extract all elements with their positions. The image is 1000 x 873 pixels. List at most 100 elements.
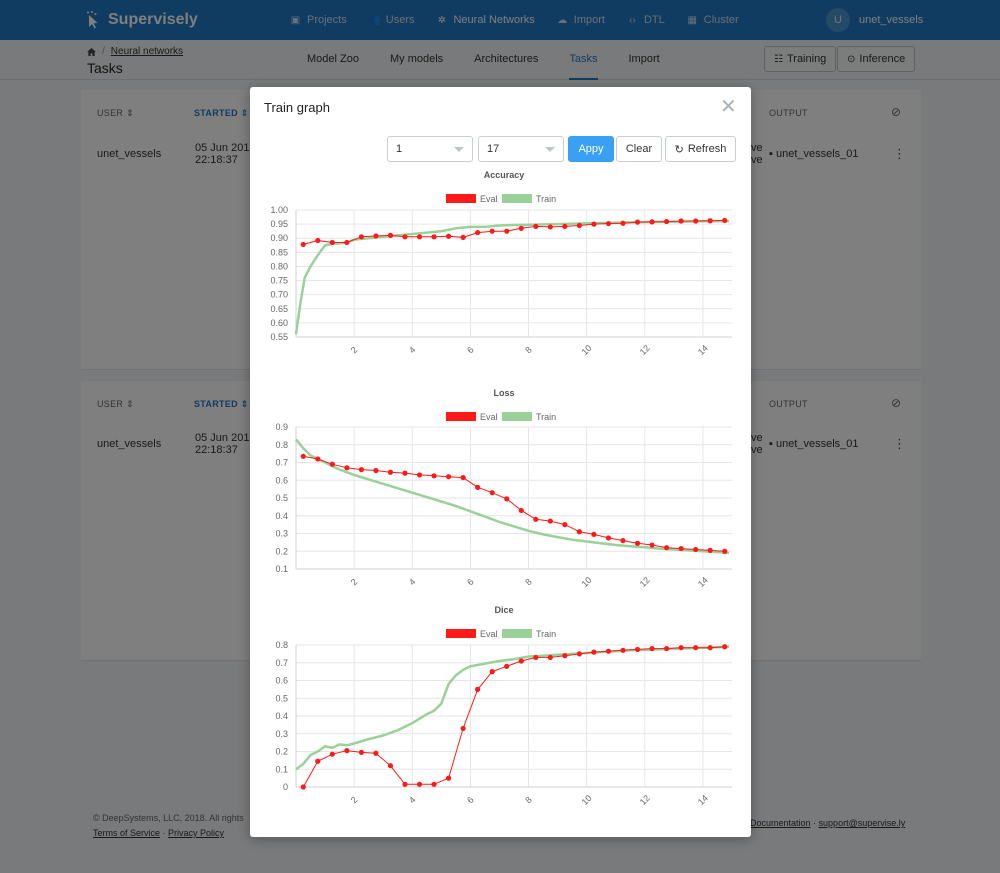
data-point-eval: [475, 484, 481, 490]
y-tick-label: 0.9: [275, 422, 288, 432]
data-point-eval: [475, 686, 481, 692]
x-tick-label: 8: [523, 577, 534, 588]
clear-button-label: Clear: [625, 143, 653, 155]
legend-swatch: [446, 412, 476, 421]
refresh-button[interactable]: ↻ Refresh: [665, 136, 736, 162]
data-point-eval: [591, 649, 597, 655]
data-point-eval: [693, 645, 699, 651]
data-point-eval: [475, 229, 481, 236]
dice-chart: Dice Eval Train 0 0.1 0.2 0.3 0.4 0.5 0.6 0.7 0.8 2 4…: [275, 605, 732, 807]
data-point-eval: [664, 645, 670, 652]
data-point-eval: [402, 470, 408, 476]
data-point-eval: [373, 233, 379, 239]
data-point-eval: [678, 545, 684, 552]
data-point-eval: [460, 725, 466, 732]
x-tick-label: 2: [349, 345, 360, 356]
y-tick-label: 0.4: [275, 711, 288, 721]
data-point-eval: [387, 232, 394, 238]
data-point-eval: [722, 548, 728, 554]
y-tick-label: 0.75: [270, 276, 288, 286]
y-tick-label: 0.1: [275, 764, 288, 774]
data-point-eval: [533, 654, 539, 661]
x-tick-label: 12: [638, 793, 652, 807]
clear-button[interactable]: Clear: [616, 136, 662, 162]
data-point-eval: [460, 234, 466, 240]
data-point-eval: [431, 781, 437, 787]
y-tick-label: 0.2: [275, 546, 288, 556]
data-point-eval: [591, 221, 597, 227]
data-point-eval: [373, 467, 379, 474]
y-tick-label: 0.90: [270, 233, 288, 243]
chart-title: Accuracy: [484, 170, 525, 180]
chart-title: Loss: [493, 388, 514, 398]
data-point-eval: [300, 784, 306, 790]
data-point-eval: [707, 218, 713, 224]
data-point-eval: [722, 217, 728, 224]
series-line-train: [295, 438, 730, 555]
data-point-eval: [387, 469, 394, 475]
data-point-eval: [664, 545, 670, 551]
data-point-eval: [620, 647, 626, 653]
x-tick-label: 10: [580, 575, 594, 589]
y-tick-label: 0.1: [275, 564, 288, 574]
x-tick-label: 6: [465, 577, 476, 588]
data-point-eval: [344, 465, 350, 471]
legend-swatch: [446, 194, 476, 203]
data-point-eval: [576, 651, 582, 657]
x-tick-label: 4: [407, 795, 418, 806]
data-point-eval: [634, 646, 641, 653]
x-tick-label: 12: [638, 343, 652, 357]
y-tick-label: 0.8: [275, 640, 288, 650]
data-point-eval: [416, 234, 423, 240]
data-point-eval: [329, 461, 335, 467]
data-point-eval: [504, 663, 510, 669]
data-point-eval: [431, 473, 437, 479]
x-tick-label: 14: [696, 343, 710, 357]
x-tick-label: 6: [465, 795, 476, 806]
apply-button[interactable]: Appy: [568, 136, 614, 162]
y-tick-label: 0.85: [270, 247, 288, 257]
legend-swatch: [502, 629, 532, 638]
y-tick-label: 0.7: [275, 658, 288, 668]
x-tick-label: 12: [638, 575, 652, 589]
data-point-eval: [446, 233, 452, 239]
data-point-eval: [446, 474, 452, 480]
legend-label: Train: [536, 629, 556, 639]
data-point-eval: [693, 218, 699, 224]
legend-label: Eval: [480, 629, 498, 639]
y-tick-label: 0: [283, 782, 288, 792]
data-point-eval: [373, 750, 379, 756]
y-tick-label: 0.5: [275, 493, 288, 503]
epoch-from-select[interactable]: 1: [387, 136, 473, 162]
data-point-eval: [489, 228, 495, 234]
y-tick-label: 0.8: [275, 440, 288, 450]
data-point-eval: [489, 669, 495, 675]
y-tick-label: 0.6: [275, 676, 288, 686]
data-point-eval: [402, 781, 408, 787]
y-tick-label: 0.95: [270, 219, 288, 229]
data-point-eval: [591, 531, 597, 537]
x-tick-label: 4: [407, 577, 418, 588]
data-point-eval: [315, 758, 321, 764]
legend-label: Eval: [480, 194, 498, 204]
y-tick-label: 0.7: [275, 458, 288, 468]
chevron-down-icon: [454, 147, 464, 152]
loss-chart: Loss Eval Train 0.1 0.2 0.3 0.4 0.5 0.6 0.7 0.8 0.9…: [275, 388, 732, 589]
y-tick-label: 0.80: [270, 261, 288, 271]
data-point-eval: [562, 653, 568, 659]
data-point-eval: [344, 239, 350, 246]
y-tick-label: 0.4: [275, 511, 288, 521]
chevron-down-icon: [545, 147, 555, 152]
modal-title: Train graph: [264, 100, 330, 115]
data-point-eval: [518, 225, 524, 231]
data-point-eval: [518, 507, 524, 514]
data-point-eval: [707, 645, 713, 651]
data-point-eval: [358, 234, 364, 240]
x-tick-label: 6: [465, 345, 476, 356]
data-point-eval: [402, 234, 408, 240]
data-point-eval: [315, 456, 321, 462]
data-point-eval: [649, 542, 655, 548]
data-point-eval: [300, 241, 306, 248]
epoch-to-select[interactable]: 17: [478, 136, 564, 162]
close-icon[interactable]: ✕: [720, 97, 737, 117]
